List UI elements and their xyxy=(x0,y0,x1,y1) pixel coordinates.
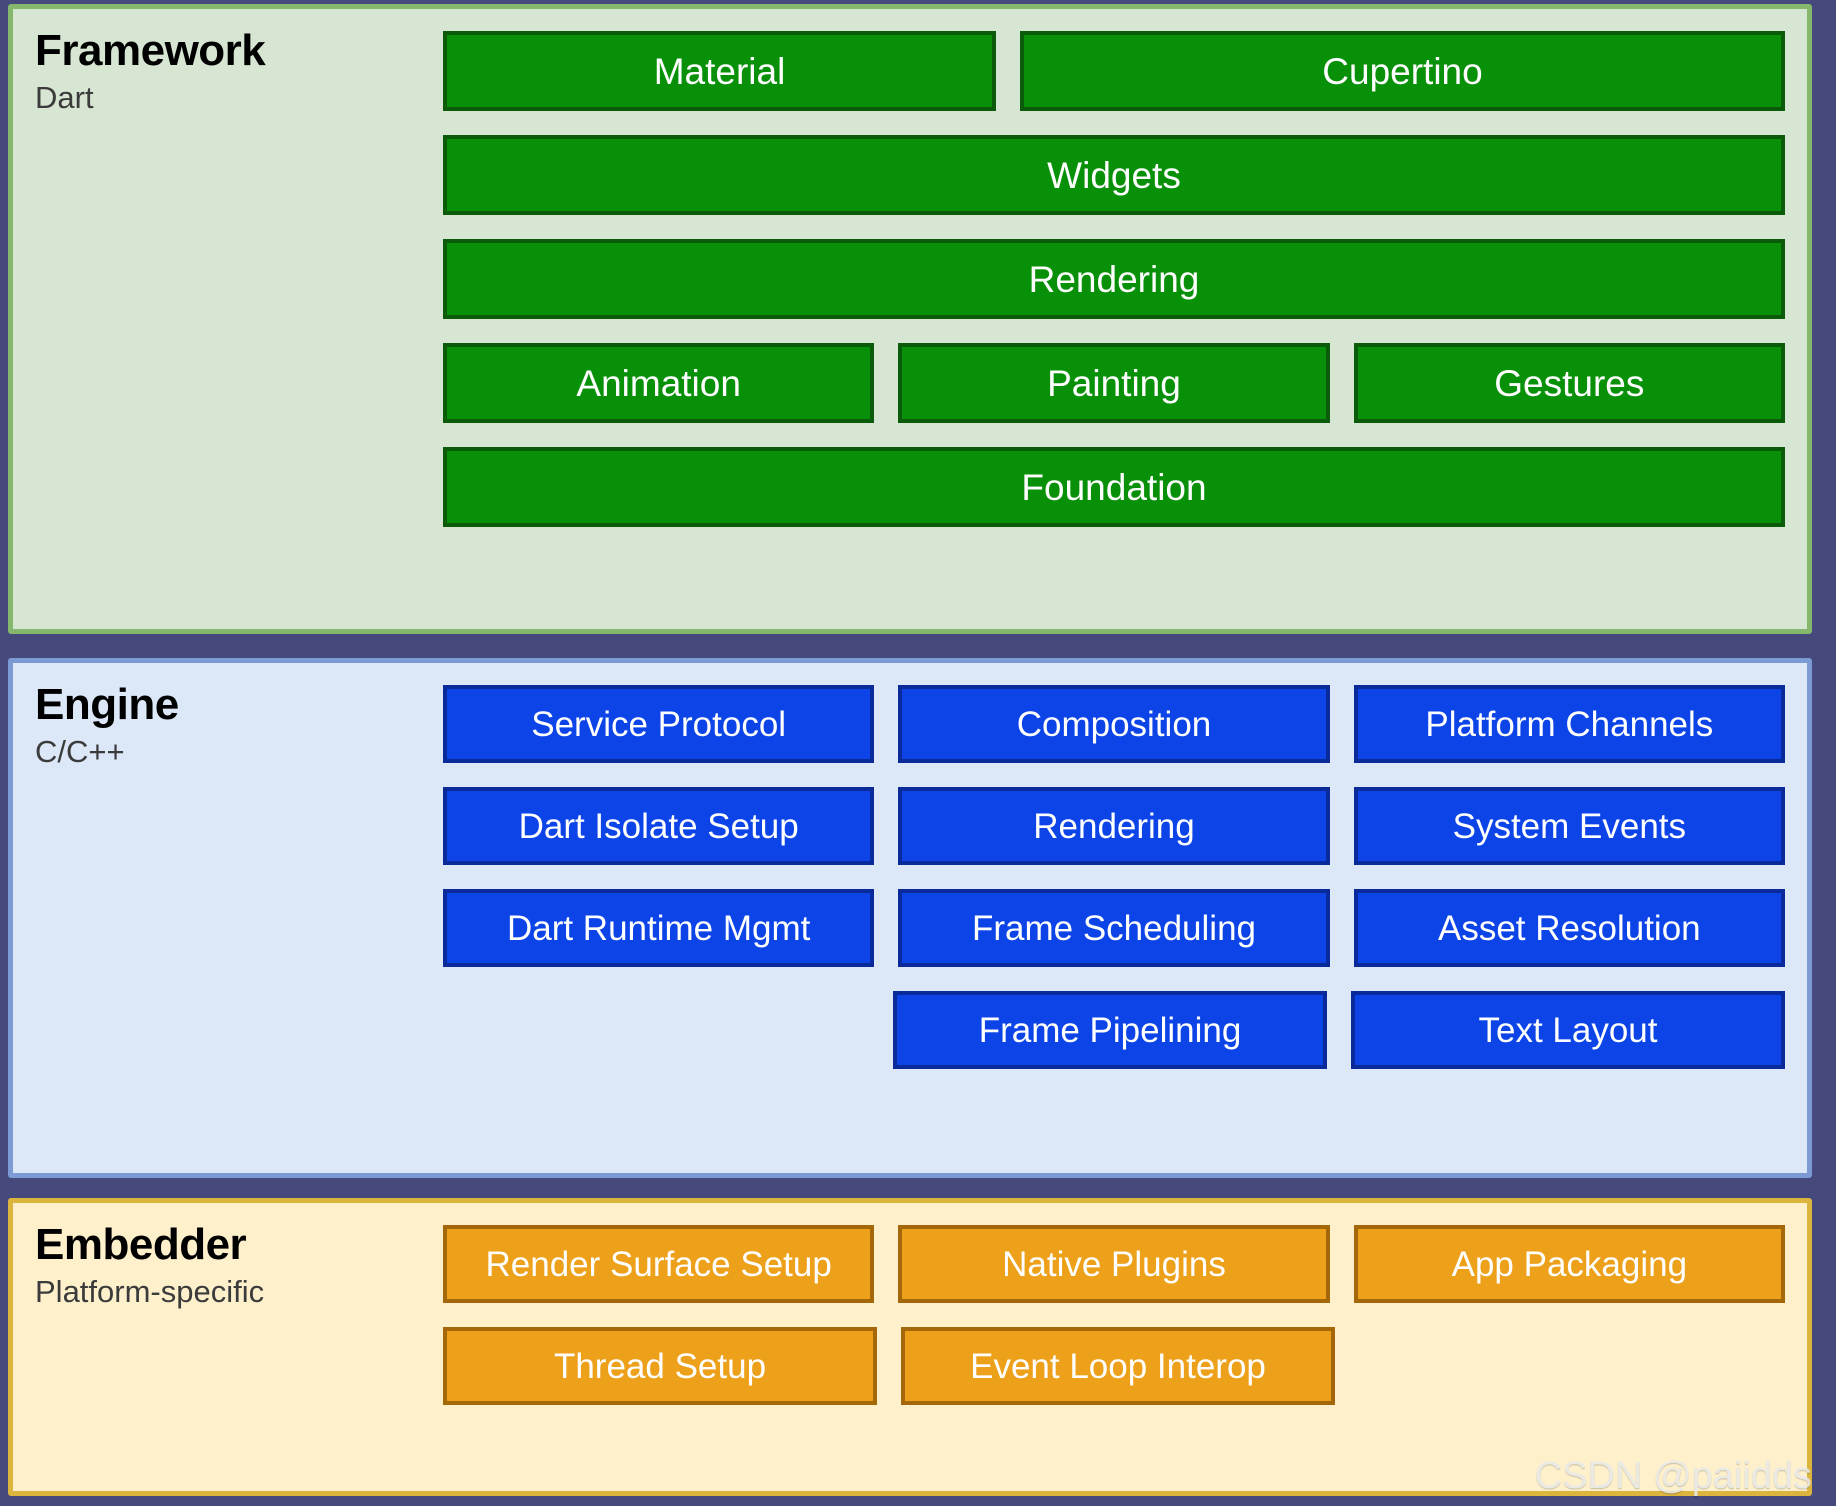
layer-embedder-subtitle: Platform-specific xyxy=(35,1273,265,1309)
block-native-plugins[interactable]: Native Plugins xyxy=(898,1225,1330,1303)
block-rendering-engine[interactable]: Rendering xyxy=(898,787,1330,865)
layer-framework-body: Material Cupertino Widgets Rendering Ani… xyxy=(443,9,1807,527)
block-text-layout[interactable]: Text Layout xyxy=(1351,991,1785,1069)
block-frame-pipelining[interactable]: Frame Pipelining xyxy=(893,991,1327,1069)
block-dart-isolate-setup[interactable]: Dart Isolate Setup xyxy=(443,787,875,865)
engine-row-3: Dart Runtime Mgmt Frame Scheduling Asset… xyxy=(443,889,1785,967)
block-foundation[interactable]: Foundation xyxy=(443,447,1785,527)
embedder-row-1: Render Surface Setup Native Plugins App … xyxy=(443,1225,1785,1303)
framework-row-3: Rendering xyxy=(443,239,1785,319)
layer-framework-title: Framework xyxy=(35,26,266,75)
engine-row-4: Frame Pipelining Text Layout xyxy=(443,991,1785,1069)
layer-engine-header: Engine C/C++ xyxy=(13,663,443,771)
layer-framework-subtitle: Dart xyxy=(35,79,94,115)
block-rendering-framework[interactable]: Rendering xyxy=(443,239,1785,319)
block-animation[interactable]: Animation xyxy=(443,343,875,423)
framework-row-2: Widgets xyxy=(443,135,1785,215)
block-system-events[interactable]: System Events xyxy=(1353,787,1785,865)
layer-embedder-title: Embedder xyxy=(35,1220,247,1269)
framework-row-5: Foundation xyxy=(443,447,1785,527)
block-widgets[interactable]: Widgets xyxy=(443,135,1785,215)
layer-embedder: Embedder Platform-specific Render Surfac… xyxy=(8,1198,1812,1496)
block-render-surface-setup[interactable]: Render Surface Setup xyxy=(443,1225,875,1303)
block-cupertino[interactable]: Cupertino xyxy=(1020,31,1785,111)
block-frame-scheduling[interactable]: Frame Scheduling xyxy=(898,889,1330,967)
block-event-loop-interop[interactable]: Event Loop Interop xyxy=(901,1327,1335,1405)
layer-engine-body: Service Protocol Composition Platform Ch… xyxy=(443,663,1807,1069)
block-dart-runtime-mgmt[interactable]: Dart Runtime Mgmt xyxy=(443,889,875,967)
block-asset-resolution[interactable]: Asset Resolution xyxy=(1353,889,1785,967)
engine-row-2: Dart Isolate Setup Rendering System Even… xyxy=(443,787,1785,865)
layer-embedder-header: Embedder Platform-specific xyxy=(13,1203,443,1311)
flutter-architecture-diagram: Framework Dart Material Cupertino Widget… xyxy=(0,0,1836,1506)
layer-engine-subtitle: C/C++ xyxy=(35,733,125,769)
block-composition[interactable]: Composition xyxy=(898,685,1330,763)
framework-row-1: Material Cupertino xyxy=(443,31,1785,111)
framework-row-4: Animation Painting Gestures xyxy=(443,343,1785,423)
embedder-row-2: Thread Setup Event Loop Interop xyxy=(443,1327,1785,1405)
embedder-row-2-empty-slot xyxy=(1359,1327,1785,1405)
block-service-protocol[interactable]: Service Protocol xyxy=(443,685,875,763)
block-thread-setup[interactable]: Thread Setup xyxy=(443,1327,877,1405)
layer-framework: Framework Dart Material Cupertino Widget… xyxy=(8,4,1812,634)
block-painting[interactable]: Painting xyxy=(898,343,1330,423)
engine-row-1: Service Protocol Composition Platform Ch… xyxy=(443,685,1785,763)
block-material[interactable]: Material xyxy=(443,31,996,111)
layer-embedder-body: Render Surface Setup Native Plugins App … xyxy=(443,1203,1807,1405)
layer-engine: Engine C/C++ Service Protocol Compositio… xyxy=(8,658,1812,1178)
layer-framework-header: Framework Dart xyxy=(13,9,443,117)
block-platform-channels[interactable]: Platform Channels xyxy=(1353,685,1785,763)
engine-row-4-empty-slot xyxy=(443,991,869,1069)
layer-engine-title: Engine xyxy=(35,680,179,729)
block-app-packaging[interactable]: App Packaging xyxy=(1353,1225,1785,1303)
block-gestures[interactable]: Gestures xyxy=(1353,343,1785,423)
